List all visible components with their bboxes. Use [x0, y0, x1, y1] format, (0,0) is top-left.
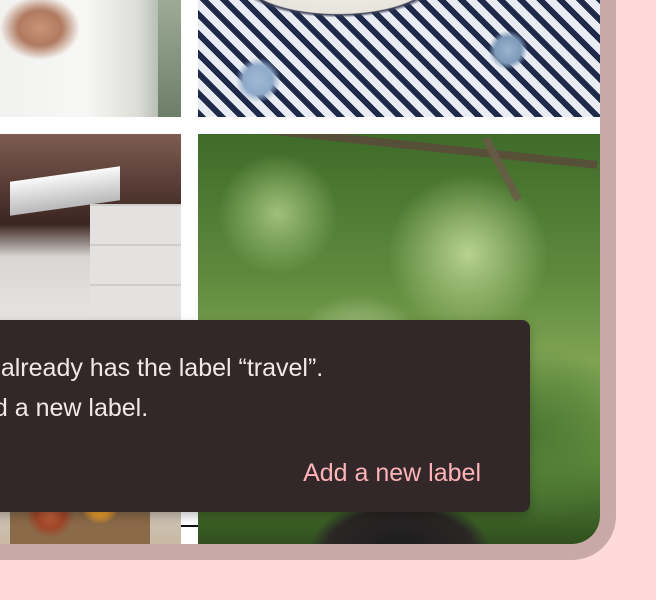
snackbar: o already has the label “travel”. dd a n…: [0, 320, 530, 512]
photo-branch: [482, 136, 522, 202]
photo-branch: [238, 134, 598, 169]
add-new-label-button[interactable]: Add a new label: [303, 453, 481, 493]
photo-thumbnail-person[interactable]: [0, 0, 181, 117]
snackbar-message-line-1: o already has the label “travel”.: [0, 354, 324, 382]
snackbar-message-line-2: dd a new label.: [0, 394, 149, 422]
grid-divider-mark: [181, 525, 198, 527]
photo-bowl: [208, 0, 468, 40]
photo-background-plant: [158, 0, 181, 117]
page: o already has the label “travel”. dd a n…: [0, 0, 656, 600]
photo-thumbnail-chips[interactable]: [198, 0, 600, 117]
